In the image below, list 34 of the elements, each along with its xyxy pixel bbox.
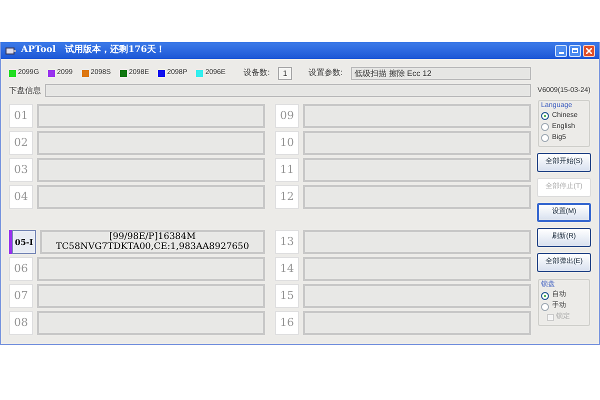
minimize-button[interactable]	[555, 44, 567, 56]
slot-label: 11	[275, 158, 299, 182]
device-count-label: 设备数:	[244, 67, 270, 79]
radio-button[interactable]	[541, 292, 549, 300]
slot-label: 13	[275, 230, 299, 254]
device-count-field: 1	[278, 66, 292, 80]
close-icon	[586, 48, 592, 54]
slot-label: 04	[9, 185, 33, 209]
close-button[interactable]	[583, 44, 595, 56]
settings-field: 低级扫描 擦除 Ecc 12	[350, 66, 531, 80]
slot-label: 08	[9, 311, 33, 335]
disk-info-label: 下盘信息	[9, 84, 41, 96]
slot-label: 03	[9, 158, 33, 182]
window-title: APTool 试用版本，还剩176天！	[21, 44, 166, 57]
slot-label: 15	[275, 284, 299, 308]
slot-label: 01	[9, 104, 33, 128]
radio-button[interactable]	[541, 302, 549, 310]
status-text: TC58NVG7TDKTA00,CE:1,983AA8927650	[56, 242, 250, 252]
settings-label: 设置参数:	[308, 67, 343, 79]
slot-label: 10	[275, 131, 299, 155]
app-icon	[5, 46, 17, 56]
slot-label: 12	[275, 185, 299, 209]
radio-button[interactable]	[541, 112, 549, 120]
slot-label: 09	[275, 104, 299, 128]
slot-label: 16	[275, 311, 299, 335]
maximize-button[interactable]	[569, 44, 581, 56]
slot-label: 05-I	[12, 230, 36, 254]
radio-button[interactable]	[541, 134, 549, 142]
slot-label: 07	[9, 284, 33, 308]
radio-button[interactable]	[541, 123, 549, 131]
slot-label: 02	[9, 131, 33, 155]
slot-label: 14	[275, 257, 299, 281]
slot-label: 06	[9, 257, 33, 281]
status-text: [99/98E/P]16384M	[109, 232, 196, 242]
